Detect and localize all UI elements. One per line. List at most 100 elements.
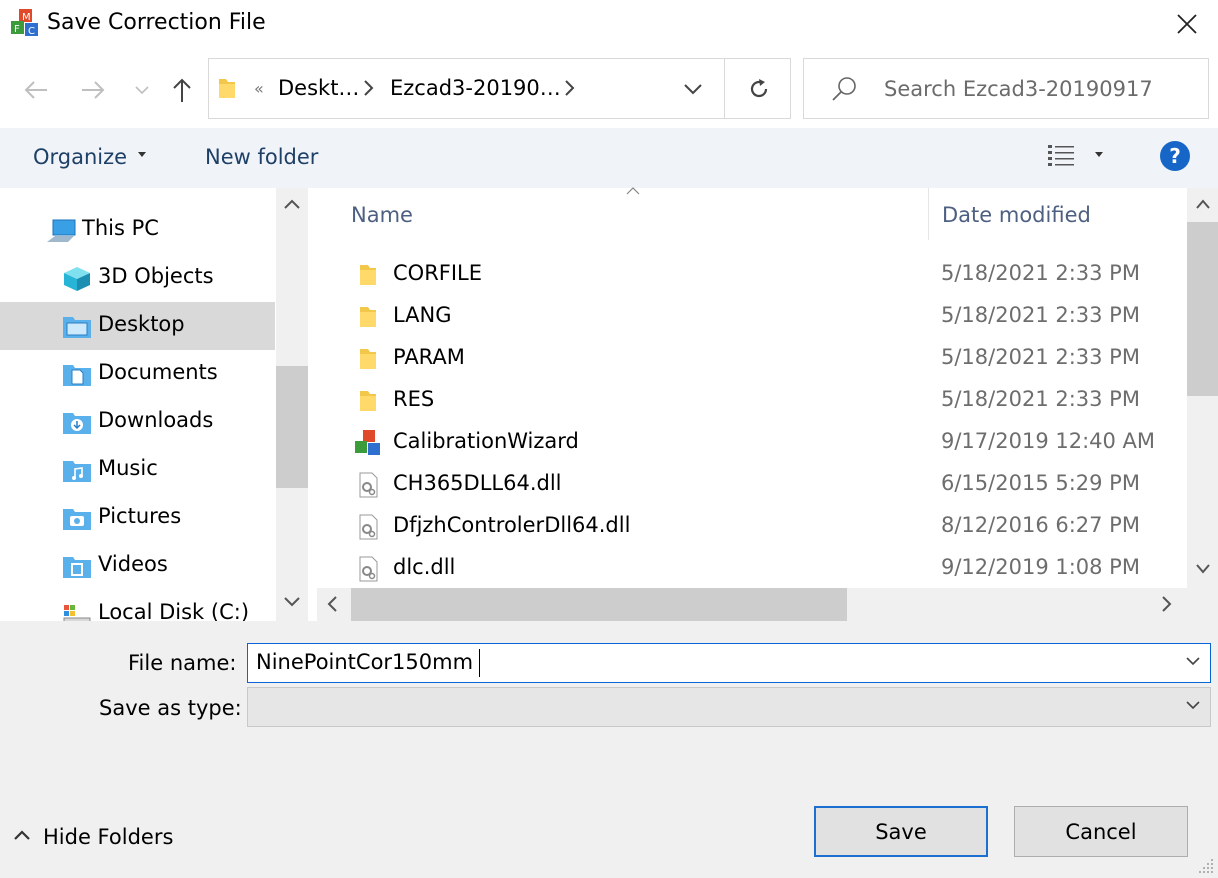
breadcrumb-item[interactable]: Ezcad3-20190… (390, 76, 561, 100)
hide-folders-button[interactable]: Hide Folders (43, 825, 173, 849)
file-name: PARAM (393, 345, 465, 369)
chevron-right-icon[interactable] (1160, 594, 1174, 614)
app-icon (355, 430, 380, 455)
sidebar-item-label: Documents (98, 360, 218, 384)
file-date: 5/18/2021 2:33 PM (941, 261, 1140, 285)
view-details-icon[interactable] (1046, 142, 1076, 170)
file-date: 8/12/2016 6:27 PM (941, 513, 1140, 537)
refresh-icon (750, 79, 768, 98)
svg-text:C: C (28, 26, 35, 37)
breadcrumb-overflow[interactable]: « (254, 79, 264, 98)
organize-button[interactable]: Organize (33, 145, 127, 169)
svg-text:F: F (14, 24, 20, 35)
breadcrumb-item[interactable]: Deskt… (278, 76, 359, 100)
sidebar-item-pictures[interactable]: Pictures (0, 494, 275, 542)
file-row[interactable]: CORFILE 5/18/2021 2:33 PM (340, 255, 1180, 297)
recent-locations-button[interactable] (122, 70, 162, 110)
column-header-date[interactable]: Date modified (942, 203, 1091, 227)
file-name: dlc.dll (393, 555, 456, 579)
column-header-name[interactable]: Name (351, 203, 413, 227)
file-name: CalibrationWizard (393, 429, 579, 453)
chevron-down-icon (135, 86, 149, 95)
caret-down-icon[interactable] (1094, 150, 1104, 158)
file-date: 5/18/2021 2:33 PM (941, 345, 1140, 369)
file-row[interactable]: DfjzhControlerDll64.dll 8/12/2016 6:27 P… (340, 507, 1180, 549)
file-name: DfjzhControlerDll64.dll (393, 513, 631, 537)
new-folder-button[interactable]: New folder (205, 145, 318, 169)
sidebar-item-downloads[interactable]: Downloads (0, 398, 275, 446)
chevron-right-icon[interactable] (563, 78, 577, 98)
mcc-cube-icon: M F C (11, 9, 38, 37)
sort-ascending-icon (626, 187, 640, 195)
chevron-up-icon[interactable] (1194, 197, 1212, 211)
desktop-folder-icon (63, 317, 91, 338)
sidebar-item-label: 3D Objects (98, 264, 214, 288)
file-row[interactable]: CalibrationWizard 9/17/2019 12:40 AM (340, 423, 1180, 465)
horizontal-scrollbar-thumb[interactable] (351, 588, 847, 621)
sidebar-item-local-disk[interactable]: Local Disk (C:) (0, 590, 275, 621)
chevron-right-icon[interactable] (362, 78, 376, 98)
file-row[interactable]: CH365DLL64.dll 6/15/2015 5:29 PM (340, 465, 1180, 507)
vertical-scrollbar-thumb[interactable] (1187, 222, 1218, 396)
chevron-up-icon[interactable] (282, 197, 302, 211)
back-button[interactable] (16, 70, 56, 110)
window-title: Save Correction File (47, 10, 266, 35)
forward-button[interactable] (73, 70, 113, 110)
sidebar-item-documents[interactable]: Documents (0, 350, 275, 398)
arrow-left-icon (24, 81, 47, 99)
file-name: RES (393, 387, 435, 411)
divider (724, 58, 725, 119)
dll-icon (359, 556, 378, 582)
sidebar-item-label: Videos (98, 552, 168, 576)
up-button[interactable] (162, 70, 202, 110)
sidebar-item-desktop[interactable]: Desktop (0, 302, 275, 350)
file-date: 6/15/2015 5:29 PM (941, 471, 1140, 495)
sidebar-item-label: Music (98, 456, 158, 480)
chevron-down-icon[interactable] (1184, 699, 1202, 711)
caret-down-icon (138, 152, 146, 157)
music-folder-icon (63, 461, 91, 482)
cube-icon (64, 267, 90, 291)
file-row[interactable]: dlc.dll 9/12/2019 1:08 PM (340, 549, 1180, 591)
chevron-down-icon[interactable] (1184, 655, 1202, 667)
sidebar-item-label: Desktop (98, 312, 185, 336)
text-cursor (479, 649, 480, 677)
svg-text:?: ? (1169, 144, 1181, 168)
search-input[interactable]: Search Ezcad3-20190917 (884, 77, 1204, 101)
file-name-value[interactable]: NinePointCor150mm (256, 650, 473, 674)
file-row[interactable]: PARAM 5/18/2021 2:33 PM (340, 339, 1180, 381)
file-name: CH365DLL64.dll (393, 471, 562, 495)
file-date: 5/18/2021 2:33 PM (941, 303, 1140, 327)
address-history-button[interactable] (670, 66, 716, 112)
command-bar (0, 128, 1218, 188)
sidebar-item-videos[interactable]: Videos (0, 542, 275, 590)
save-button[interactable]: Save (814, 806, 988, 857)
documents-folder-icon (63, 365, 91, 386)
close-button[interactable] (1164, 6, 1210, 42)
cancel-button[interactable]: Cancel (1014, 806, 1188, 857)
sidebar-item-music[interactable]: Music (0, 446, 275, 494)
help-icon[interactable]: ? (1159, 140, 1191, 172)
refresh-button[interactable] (736, 66, 782, 112)
chevron-down-icon[interactable] (282, 595, 302, 609)
chevron-up-icon[interactable] (12, 828, 32, 842)
file-date: 9/12/2019 1:08 PM (941, 555, 1140, 579)
close-icon (1177, 14, 1197, 34)
file-date: 9/17/2019 12:40 AM (941, 429, 1156, 453)
resize-grip-icon[interactable] (1196, 856, 1216, 876)
file-date: 5/18/2021 2:33 PM (941, 387, 1140, 411)
sidebar-scrollbar-thumb[interactable] (276, 366, 308, 488)
pictures-folder-icon (63, 509, 91, 530)
file-name: LANG (393, 303, 452, 327)
folder-icon (360, 307, 376, 327)
sidebar-item-label: Downloads (98, 408, 214, 432)
file-row[interactable]: RES 5/18/2021 2:33 PM (340, 381, 1180, 423)
chevron-down-icon[interactable] (1194, 562, 1212, 576)
column-divider[interactable] (928, 188, 929, 240)
save-as-type-select[interactable] (247, 687, 1211, 727)
sidebar-item-this-pc[interactable]: This PC (0, 206, 275, 254)
sidebar-item-3d-objects[interactable]: 3D Objects (0, 254, 275, 302)
navigation-pane: This PC 3D Objects Desktop Documents Dow… (0, 188, 307, 621)
file-row[interactable]: LANG 5/18/2021 2:33 PM (340, 297, 1180, 339)
chevron-left-icon[interactable] (325, 594, 339, 614)
